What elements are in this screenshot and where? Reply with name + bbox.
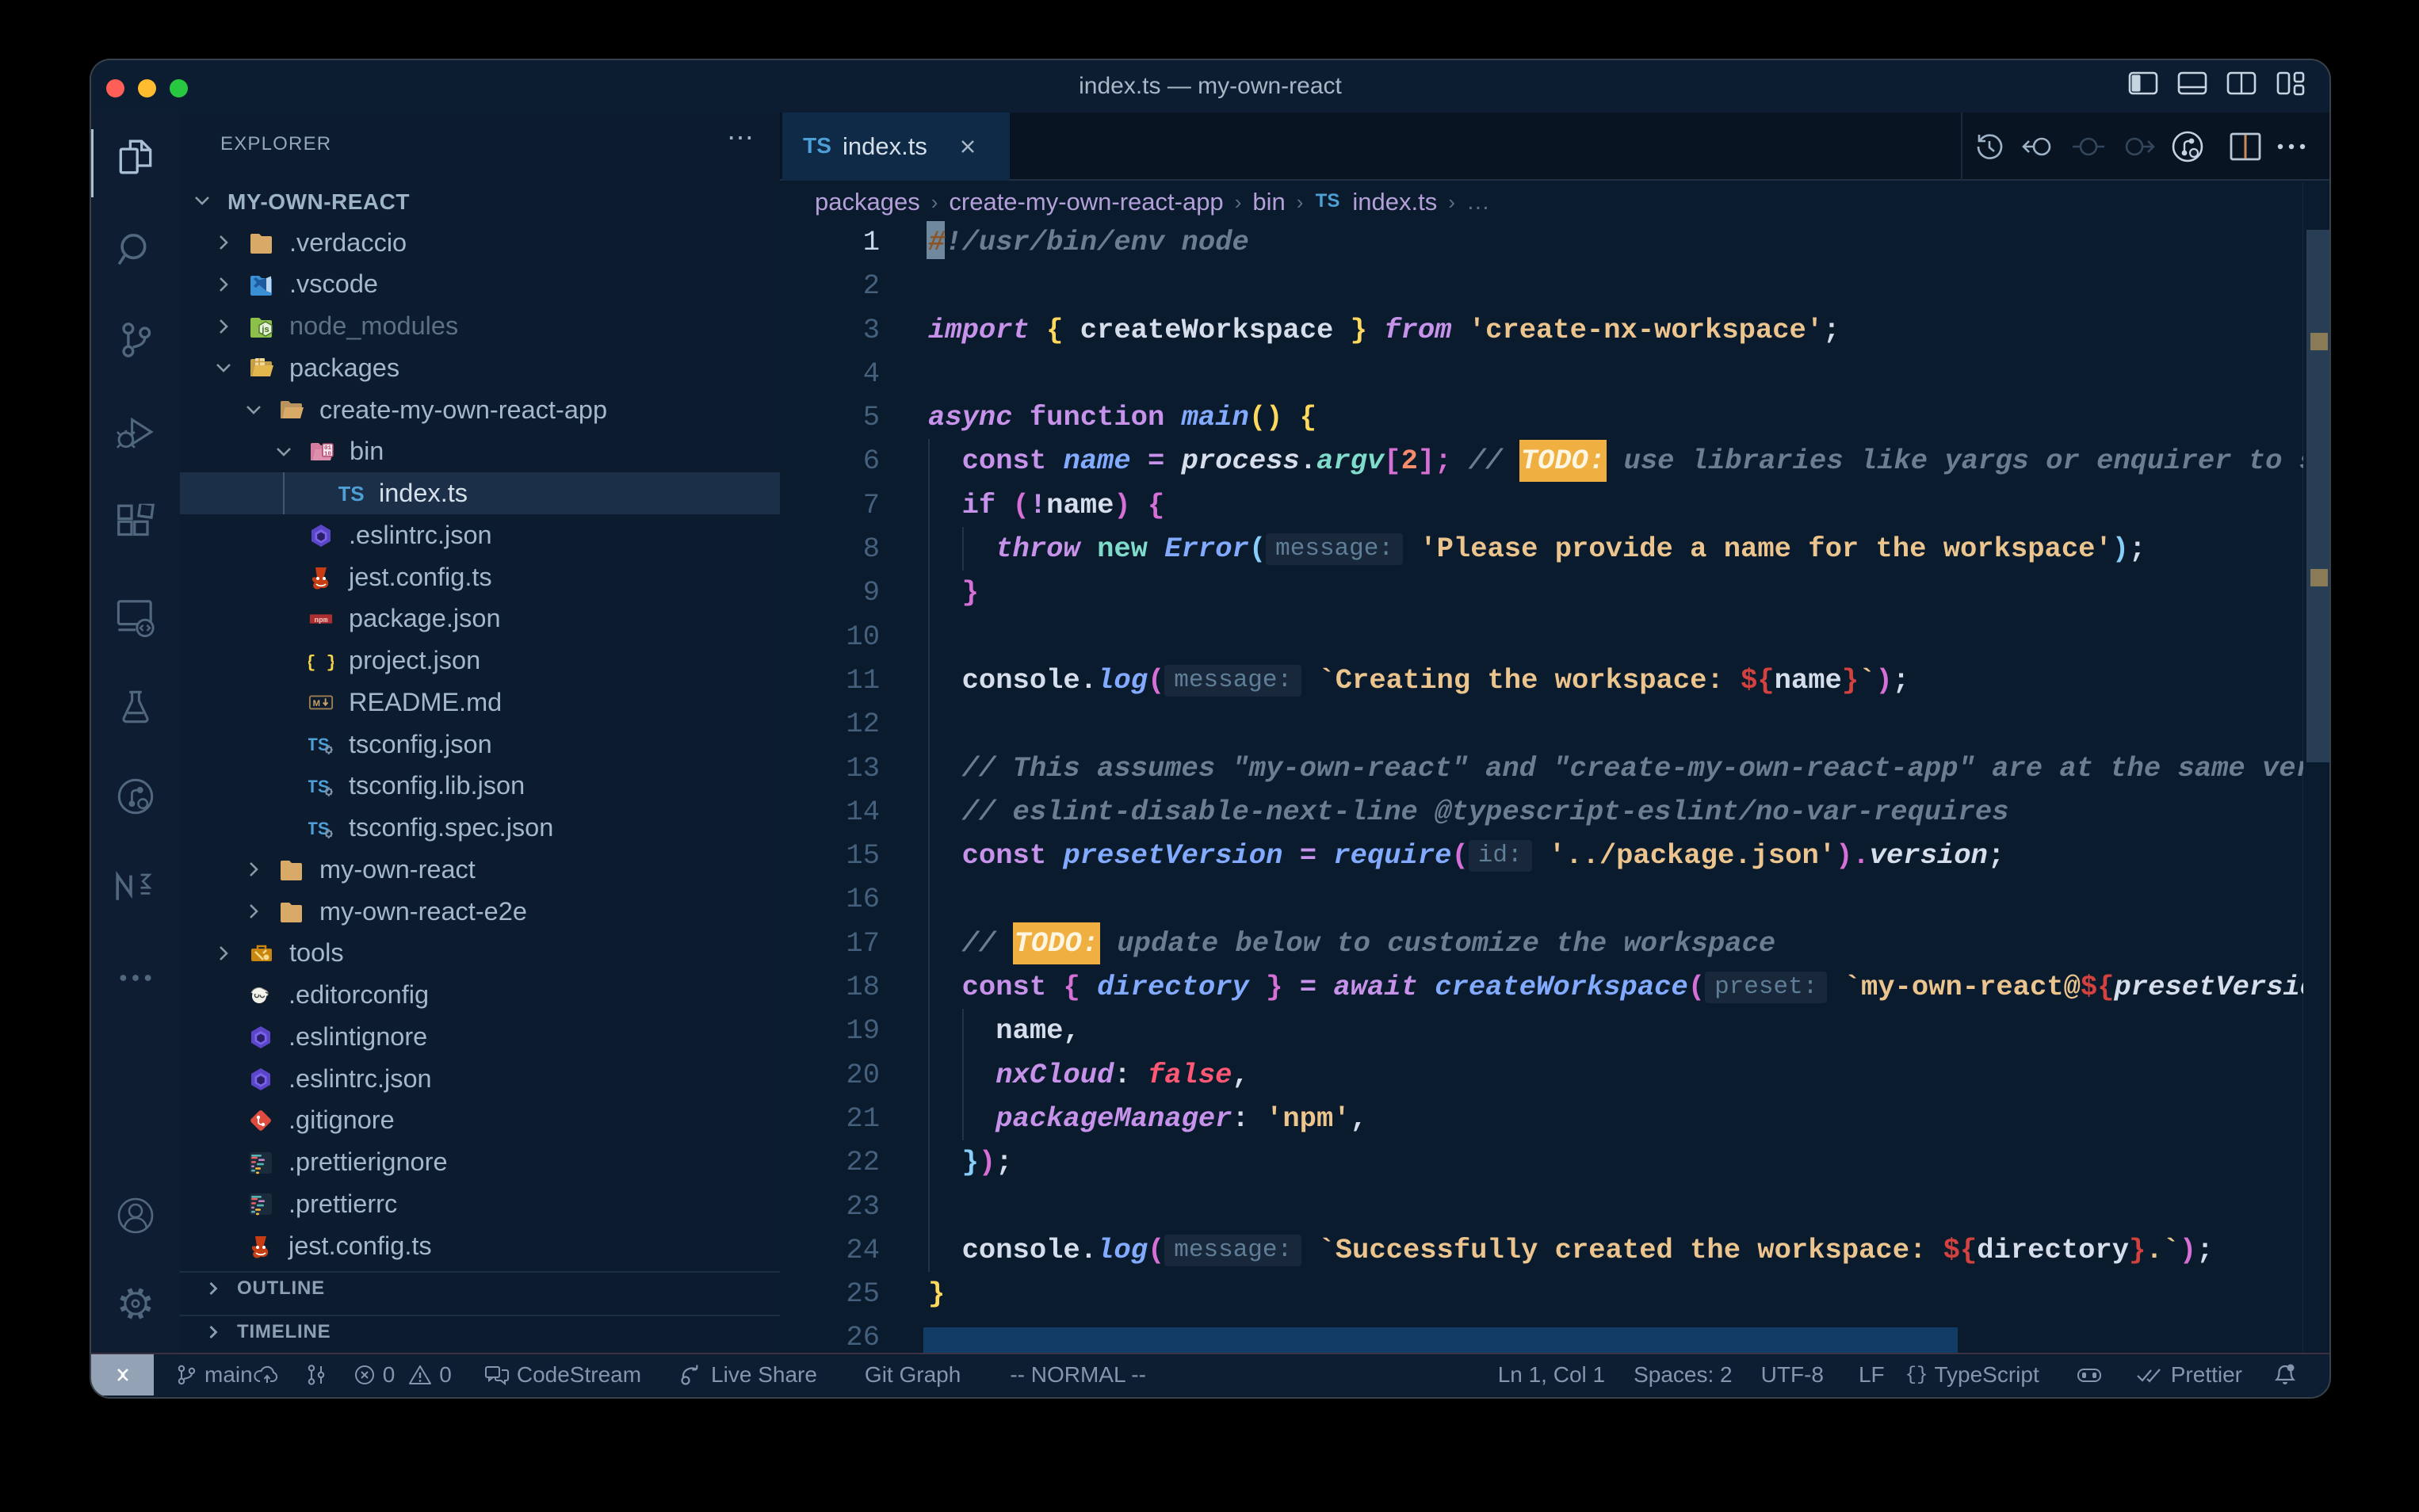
- svg-text:10: 10: [324, 451, 332, 457]
- svg-text:js: js: [261, 325, 269, 334]
- svg-text:TS: TS: [338, 482, 364, 506]
- svg-text:npm: npm: [315, 616, 328, 624]
- svg-text:TS: TS: [1316, 190, 1340, 212]
- svg-text:M: M: [313, 700, 320, 709]
- svg-text:{ }: { }: [308, 653, 334, 673]
